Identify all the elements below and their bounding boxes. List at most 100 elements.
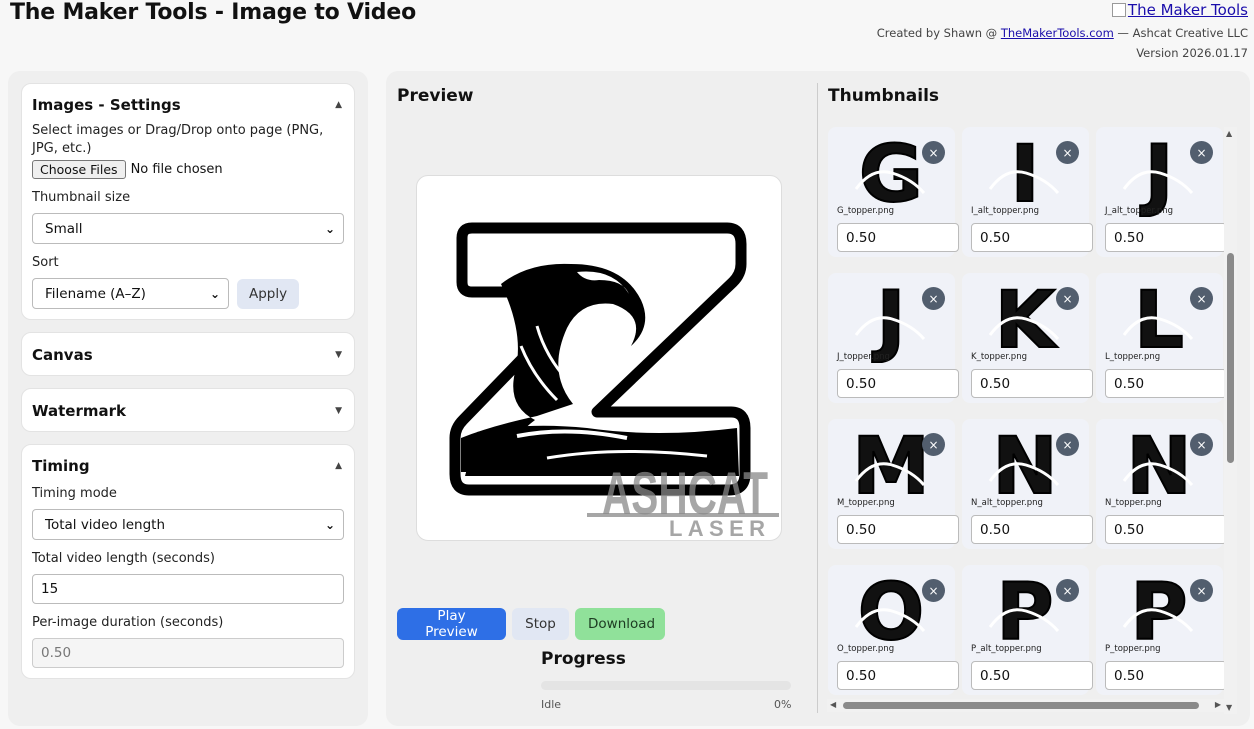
thumbnail-duration-input[interactable]: 0.50 <box>971 223 1093 252</box>
thumbnail-card[interactable]: P × P_alt_topper.png 0.50 <box>962 565 1093 695</box>
thumbnail-duration-input[interactable]: 0.50 <box>1105 369 1227 398</box>
sort-row: Filename (A–Z) ⌄ Apply <box>32 278 344 309</box>
header-meta: The Maker Tools Created by Shawn @ TheMa… <box>877 0 1248 63</box>
close-icon[interactable]: × <box>922 579 945 602</box>
thumbnail-filename: M_topper.png <box>837 498 895 508</box>
thumbnail-card[interactable]: M × M_topper.png 0.50 <box>828 419 959 549</box>
thumbnail-duration-input[interactable]: 0.50 <box>837 515 959 544</box>
choose-files-button[interactable]: Choose Files <box>32 160 126 179</box>
preview-image: ASHCAT LASER <box>449 222 779 540</box>
thumbnail-card[interactable]: J × J_alt_topper.png 0.50 <box>1096 127 1227 257</box>
scroll-left-icon[interactable]: ◀ <box>830 700 836 709</box>
images-settings-card: Images - Settings ▲ Select images or Dra… <box>21 83 355 320</box>
sort-label: Sort <box>32 255 59 270</box>
stop-button[interactable]: Stop <box>512 608 569 640</box>
thumbnail-card[interactable]: N × N_alt_topper.png 0.50 <box>962 419 1093 549</box>
canvas-card[interactable]: Canvas ▼ <box>21 332 355 376</box>
close-icon[interactable]: × <box>922 287 945 310</box>
credit-link[interactable]: TheMakerTools.com <box>1001 26 1114 40</box>
chevron-down-icon: ⌄ <box>324 517 335 532</box>
progress-bar <box>541 681 791 690</box>
thumbnail-duration-input[interactable]: 0.50 <box>1105 661 1227 690</box>
triangle-up-icon: ▲ <box>335 461 342 471</box>
no-file-label: No file chosen <box>130 162 223 177</box>
close-icon[interactable]: × <box>1190 433 1213 456</box>
logo-alt-text: The Maker Tools <box>1127 1 1248 19</box>
vertical-scrollbar[interactable]: ▲ ▼ <box>1224 127 1237 714</box>
thumbnail-filename: P_alt_topper.png <box>971 644 1042 654</box>
thumbnail-grid[interactable]: G × G_topper.png 0.50 I × I_alt_topper.png 0.50… <box>827 127 1237 714</box>
thumbnail-duration-input[interactable]: 0.50 <box>837 661 959 690</box>
download-button[interactable]: Download <box>575 608 665 640</box>
thumbnail-size-label: Thumbnail size <box>32 190 131 205</box>
close-icon[interactable]: × <box>1190 579 1213 602</box>
scroll-right-icon[interactable]: ▶ <box>1215 700 1221 709</box>
thumbnail-duration-input[interactable]: 0.50 <box>837 369 959 398</box>
thumbnail-card[interactable]: P × P_topper.png 0.50 <box>1096 565 1227 695</box>
per-image-label: Per-image duration (seconds) <box>32 615 224 630</box>
close-icon[interactable]: × <box>922 433 945 456</box>
close-icon[interactable]: × <box>922 141 945 164</box>
preview-canvas: ASHCAT LASER <box>416 175 782 541</box>
progress-title: Progress <box>541 649 626 669</box>
credit-suffix: — Ashcat Creative LLC <box>1113 26 1248 40</box>
horizontal-scrollbar[interactable]: ◀ ▶ <box>827 699 1224 712</box>
timing-card: Timing ▲ Timing mode Total video length … <box>21 444 355 679</box>
close-icon[interactable]: × <box>1056 287 1079 310</box>
thumbnail-size-select[interactable]: Small ⌄ <box>32 213 344 244</box>
watermark-title: Watermark <box>32 402 126 420</box>
thumbnail-duration-input[interactable]: 0.50 <box>971 515 1093 544</box>
thumbnail-card[interactable]: N × N_topper.png 0.50 <box>1096 419 1227 549</box>
close-icon[interactable]: × <box>1056 579 1079 602</box>
timing-title: Timing <box>32 457 90 475</box>
timing-header[interactable]: Timing ▲ <box>32 457 344 475</box>
scroll-up-icon[interactable]: ▲ <box>1226 129 1232 138</box>
logo-link[interactable]: The Maker Tools <box>1111 0 1248 20</box>
thumbnail-card[interactable]: O × O_topper.png 0.50 <box>828 565 959 695</box>
timing-mode-value: Total video length <box>45 516 166 533</box>
thumbnail-card[interactable]: G × G_topper.png 0.50 <box>828 127 959 257</box>
progress-percent: 0% <box>774 698 792 711</box>
select-images-hint: Select images or Drag/Drop onto page (PN… <box>32 123 324 156</box>
close-icon[interactable]: × <box>1056 141 1079 164</box>
vertical-scroll-thumb[interactable] <box>1227 253 1234 463</box>
file-picker: Choose Files No file chosen <box>32 160 344 179</box>
sort-select[interactable]: Filename (A–Z) ⌄ <box>32 278 229 309</box>
close-icon[interactable]: × <box>1190 141 1213 164</box>
thumbnail-filename: L_topper.png <box>1105 352 1161 362</box>
scroll-down-icon[interactable]: ▼ <box>1226 703 1232 712</box>
play-preview-button[interactable]: Play Preview <box>397 608 506 640</box>
total-length-input[interactable]: 15 <box>32 574 344 604</box>
credit-prefix: Created by Shawn @ <box>876 26 1001 40</box>
thumbnail-card[interactable]: J × J_topper.png 0.50 <box>828 273 959 403</box>
horizontal-scroll-thumb[interactable] <box>843 702 1199 709</box>
triangle-up-icon: ▲ <box>335 100 342 110</box>
thumbnail-size-value: Small <box>45 220 83 237</box>
canvas-header[interactable]: Canvas ▼ <box>32 346 344 364</box>
thumbnail-duration-input[interactable]: 0.50 <box>971 369 1093 398</box>
thumbnail-duration-input[interactable]: 0.50 <box>971 661 1093 690</box>
triangle-down-icon: ▼ <box>335 406 342 416</box>
images-settings-header[interactable]: Images - Settings ▲ <box>32 96 344 114</box>
thumbnail-filename: N_alt_topper.png <box>971 498 1043 508</box>
thumbnail-filename: J_alt_topper.png <box>1105 206 1174 216</box>
thumbnail-duration-input[interactable]: 0.50 <box>837 223 959 252</box>
panel-divider <box>817 83 818 713</box>
version-label: Version 2026.01.17 <box>1136 46 1248 60</box>
close-icon[interactable]: × <box>1056 433 1079 456</box>
thumbnail-card[interactable]: K × K_topper.png 0.50 <box>962 273 1093 403</box>
thumbnail-card[interactable]: L × L_topper.png 0.50 <box>1096 273 1227 403</box>
watermark-card[interactable]: Watermark ▼ <box>21 388 355 432</box>
thumbnail-duration-input[interactable]: 0.50 <box>1105 223 1227 252</box>
apply-sort-button[interactable]: Apply <box>237 278 300 309</box>
thumbnail-duration-input[interactable]: 0.50 <box>1105 515 1227 544</box>
thumbnail-card[interactable]: I × I_alt_topper.png 0.50 <box>962 127 1093 257</box>
triangle-down-icon: ▼ <box>335 350 342 360</box>
main-panel: Preview ASHCAT LASER Play Preview Stop D… <box>386 71 1250 726</box>
thumbnail-filename: N_topper.png <box>1105 498 1162 508</box>
thumbnails-title: Thumbnails <box>828 86 940 106</box>
timing-mode-select[interactable]: Total video length ⌄ <box>32 509 344 540</box>
chevron-down-icon: ⌄ <box>324 221 335 236</box>
watermark-header[interactable]: Watermark ▼ <box>32 402 344 420</box>
close-icon[interactable]: × <box>1190 287 1213 310</box>
